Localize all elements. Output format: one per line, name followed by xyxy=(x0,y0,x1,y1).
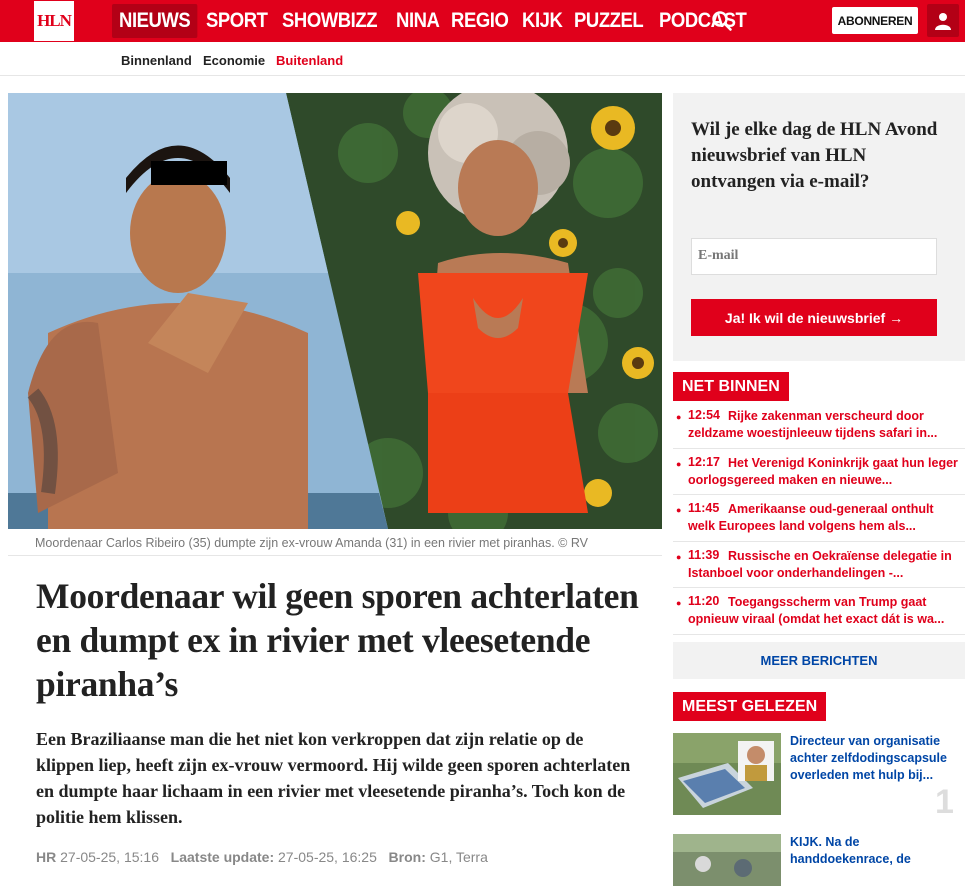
user-account-icon[interactable] xyxy=(927,4,959,37)
article-headline: Moordenaar wil geen sporen achterlaten e… xyxy=(36,576,639,704)
image-caption: Moordenaar Carlos Ribeiro (35) dumpte zi… xyxy=(35,536,588,550)
bullet-icon: ● xyxy=(676,458,682,469)
email-field[interactable]: E-mail xyxy=(691,238,937,275)
caption-divider xyxy=(8,555,662,556)
nav-kijk[interactable]: KIJK xyxy=(515,4,569,38)
nav-regio[interactable]: REGIO xyxy=(444,4,515,38)
list-item[interactable]: ● 12:54 Rijke zakenman verscheurd door z… xyxy=(673,402,965,449)
news-title[interactable]: Amerikaanse oud-generaal onthult welk Eu… xyxy=(688,501,958,535)
updated-date: 27-05-25, 16:25 xyxy=(278,849,377,865)
main-nav: NIEUWS SPORT SHOWBIZZ NINA REGIO KIJK PU… xyxy=(112,0,757,42)
news-title[interactable]: Rijke zakenman verscheurd door zeldzame … xyxy=(688,408,958,442)
article-thumbnail[interactable] xyxy=(673,733,781,815)
most-read-title[interactable]: KIJK. Na de handdoekenrace, de xyxy=(790,834,950,868)
list-item[interactable]: ● 11:45 Amerikaanse oud-generaal onthult… xyxy=(673,495,965,542)
list-item[interactable]: ● 11:20 Toegangsscherm van Trump gaat op… xyxy=(673,588,965,635)
newsletter-title: Wil je elke dag de HLN Avond nieuwsbrief… xyxy=(691,119,938,192)
meest-gelezen-label: MEEST GELEZEN xyxy=(673,692,827,721)
published-date: 27-05-25, 15:16 xyxy=(60,849,159,865)
most-read-title[interactable]: Directeur van organisatie achter zelfdod… xyxy=(790,733,950,784)
source-label: Bron: xyxy=(388,849,426,865)
hln-logo[interactable]: HLN xyxy=(34,1,74,41)
article-lead: Een Braziliaanse man die het niet kon ve… xyxy=(36,729,631,827)
search-icon[interactable] xyxy=(711,10,733,32)
net-binnen-list: ● 12:54 Rijke zakenman verscheurd door z… xyxy=(673,402,965,635)
source-value: G1, Terra xyxy=(429,849,488,865)
news-title[interactable]: Russische en Oekraïense delegatie in Ist… xyxy=(688,548,958,582)
article-meta: HR 27-05-25, 15:16 Laatste update: 27-05… xyxy=(36,849,488,865)
bullet-icon: ● xyxy=(676,551,682,562)
most-read-item[interactable]: KIJK. Na de handdoekenrace, de xyxy=(673,834,965,886)
bullet-icon: ● xyxy=(676,598,682,608)
logo-text: HLN xyxy=(37,11,72,30)
newsletter-subscribe-button[interactable]: Ja! Ik wil de nieuwsbrief → xyxy=(691,299,937,336)
nav-nina[interactable]: NINA xyxy=(389,4,447,38)
nav-podcast[interactable]: PODCAST xyxy=(652,4,753,38)
net-binnen-label: NET BINNEN xyxy=(673,372,789,401)
list-item[interactable]: ● 12:17 Het Verenigd Koninkrijk gaat hun… xyxy=(673,449,965,495)
sub-navigation: Binnenland Economie Buitenland xyxy=(0,42,965,76)
most-read-rank: 1 xyxy=(935,783,954,821)
news-title[interactable]: Het Verenigd Koninkrijk gaat hun leger o… xyxy=(688,455,958,489)
subscribe-button[interactable]: ABONNEREN xyxy=(832,7,918,34)
top-navigation-bar: HLN NIEUWS SPORT SHOWBIZZ NINA REGIO KIJ… xyxy=(0,0,965,42)
list-item[interactable]: ● 11:39 Russische en Oekraïense delegati… xyxy=(673,542,965,588)
most-read-item[interactable]: Directeur van organisatie achter zelfdod… xyxy=(673,733,965,823)
update-label: Laatste update: xyxy=(170,849,275,865)
nav-showbizz[interactable]: SHOWBIZZ xyxy=(275,4,384,38)
article-hero-image xyxy=(8,93,662,529)
article-thumbnail[interactable] xyxy=(673,834,781,886)
subnav-binnenland[interactable]: Binnenland xyxy=(121,53,192,68)
news-title[interactable]: Toegangsscherm van Trump gaat opnieuw vi… xyxy=(688,594,958,628)
nav-sport[interactable]: SPORT xyxy=(199,4,275,38)
more-news-button[interactable]: MEER BERICHTEN xyxy=(673,642,965,679)
subnav-economie[interactable]: Economie xyxy=(203,53,265,68)
bullet-icon: ● xyxy=(676,412,682,422)
bullet-icon: ● xyxy=(676,505,682,515)
newsletter-box: Wil je elke dag de HLN Avond nieuwsbrief… xyxy=(673,93,965,361)
subnav-buitenland[interactable]: Buitenland xyxy=(276,53,343,68)
author-initials: HR xyxy=(36,849,57,865)
nav-nieuws[interactable]: NIEUWS xyxy=(112,4,198,38)
nav-puzzel[interactable]: PUZZEL xyxy=(567,4,650,38)
